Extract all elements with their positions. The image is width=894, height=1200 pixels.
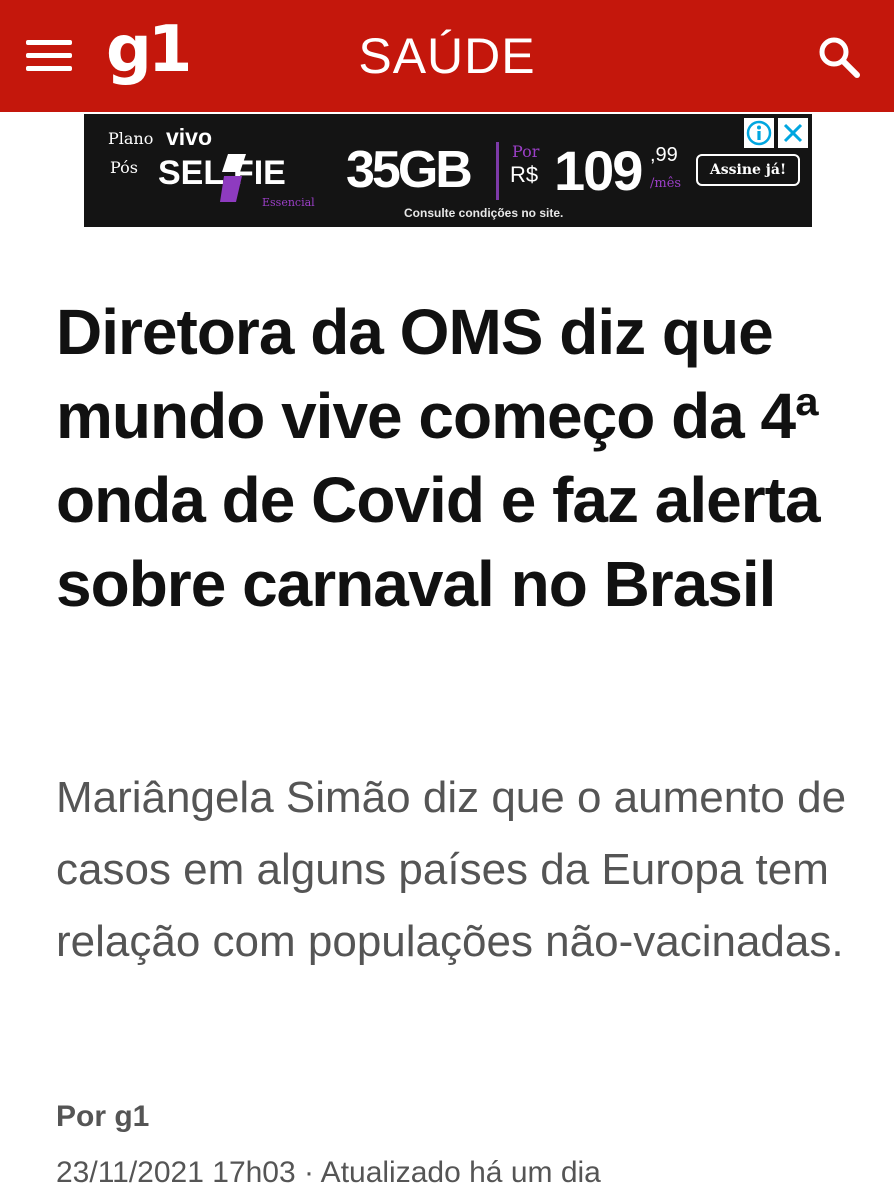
- article-subtitle: Mariângela Simão diz que o aumento de ca…: [56, 773, 847, 966]
- ad-close-icon[interactable]: [778, 118, 808, 148]
- hamburger-menu-icon[interactable]: [24, 38, 76, 74]
- menu-line: [26, 40, 72, 45]
- ad-info-icon[interactable]: [744, 118, 774, 148]
- ad-divider: [496, 142, 499, 200]
- ad-banner[interactable]: Plano vivo Pós SEL FIE Essencial 35GB Po…: [84, 114, 812, 227]
- ad-price: 109: [554, 139, 643, 202]
- ad-footnote: Consulte condições no site.: [404, 206, 564, 220]
- ad-data-amount: 35GB: [346, 141, 473, 199]
- article-byline: Por g1: [56, 1100, 150, 1133]
- ad-pos-text: Pós: [110, 158, 138, 177]
- g1-logo[interactable]: g1: [106, 14, 192, 86]
- search-icon[interactable]: [814, 32, 864, 82]
- selfie-brand-icon: [220, 150, 250, 206]
- ad-plano-text: Plano: [108, 129, 154, 148]
- article-headline: Diretora da OMS diz que mundo vive começ…: [56, 296, 821, 620]
- ad-essencial-text: Essencial: [262, 196, 315, 209]
- ad-price-cents: ,99: [650, 144, 678, 166]
- ad-currency: R$: [510, 162, 539, 187]
- ad-vivo-text: vivo: [166, 124, 213, 150]
- ad-per-month: /mês: [650, 176, 682, 191]
- ad-por-text: Por: [512, 142, 540, 161]
- ad-subscribe-button[interactable]: Assine já!: [696, 154, 800, 186]
- menu-line: [26, 66, 72, 71]
- article-dateline: 23/11/2021 17h03 · Atualizado há um dia: [56, 1156, 601, 1189]
- top-navigation-bar: g1 SAÚDE: [0, 0, 894, 112]
- menu-line: [26, 53, 72, 58]
